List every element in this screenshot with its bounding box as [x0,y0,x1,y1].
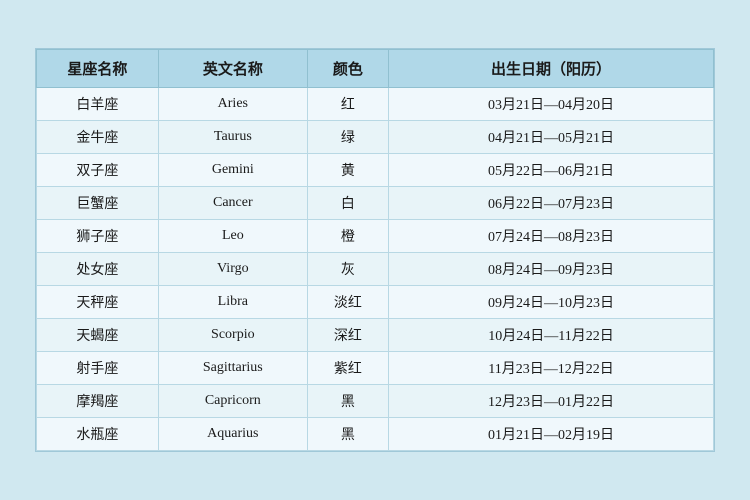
cell-zh-name: 天秤座 [37,286,159,319]
cell-color: 黑 [307,385,388,418]
cell-date: 05月22日—06月21日 [389,154,714,187]
table-row: 摩羯座Capricorn黑12月23日—01月22日 [37,385,714,418]
cell-color: 淡红 [307,286,388,319]
header-en-name: 英文名称 [158,50,307,88]
cell-color: 橙 [307,220,388,253]
cell-en-name: Sagittarius [158,352,307,385]
cell-date: 11月23日—12月22日 [389,352,714,385]
cell-zh-name: 水瓶座 [37,418,159,451]
cell-zh-name: 处女座 [37,253,159,286]
table-row: 金牛座Taurus绿04月21日—05月21日 [37,121,714,154]
cell-zh-name: 白羊座 [37,88,159,121]
cell-zh-name: 天蝎座 [37,319,159,352]
cell-en-name: Taurus [158,121,307,154]
cell-en-name: Aquarius [158,418,307,451]
cell-en-name: Gemini [158,154,307,187]
table-row: 双子座Gemini黄05月22日—06月21日 [37,154,714,187]
cell-color: 白 [307,187,388,220]
cell-date: 04月21日—05月21日 [389,121,714,154]
cell-color: 紫红 [307,352,388,385]
table-row: 水瓶座Aquarius黑01月21日—02月19日 [37,418,714,451]
cell-zh-name: 摩羯座 [37,385,159,418]
cell-zh-name: 双子座 [37,154,159,187]
header-color: 颜色 [307,50,388,88]
cell-en-name: Scorpio [158,319,307,352]
cell-date: 01月21日—02月19日 [389,418,714,451]
cell-en-name: Leo [158,220,307,253]
cell-color: 黑 [307,418,388,451]
cell-color: 红 [307,88,388,121]
cell-zh-name: 巨蟹座 [37,187,159,220]
cell-date: 12月23日—01月22日 [389,385,714,418]
table-row: 白羊座Aries红03月21日—04月20日 [37,88,714,121]
cell-date: 09月24日—10月23日 [389,286,714,319]
cell-en-name: Aries [158,88,307,121]
cell-en-name: Virgo [158,253,307,286]
cell-en-name: Cancer [158,187,307,220]
table-row: 天蝎座Scorpio深红10月24日—11月22日 [37,319,714,352]
cell-zh-name: 狮子座 [37,220,159,253]
cell-zh-name: 射手座 [37,352,159,385]
table-body: 白羊座Aries红03月21日—04月20日金牛座Taurus绿04月21日—0… [37,88,714,451]
cell-color: 绿 [307,121,388,154]
cell-en-name: Libra [158,286,307,319]
cell-zh-name: 金牛座 [37,121,159,154]
header-date: 出生日期（阳历） [389,50,714,88]
cell-date: 07月24日—08月23日 [389,220,714,253]
cell-color: 黄 [307,154,388,187]
cell-color: 深红 [307,319,388,352]
table-header-row: 星座名称 英文名称 颜色 出生日期（阳历） [37,50,714,88]
table-row: 天秤座Libra淡红09月24日—10月23日 [37,286,714,319]
header-zh-name: 星座名称 [37,50,159,88]
cell-date: 06月22日—07月23日 [389,187,714,220]
cell-date: 03月21日—04月20日 [389,88,714,121]
table-row: 射手座Sagittarius紫红11月23日—12月22日 [37,352,714,385]
table-row: 巨蟹座Cancer白06月22日—07月23日 [37,187,714,220]
zodiac-table: 星座名称 英文名称 颜色 出生日期（阳历） 白羊座Aries红03月21日—04… [36,49,714,451]
zodiac-table-container: 星座名称 英文名称 颜色 出生日期（阳历） 白羊座Aries红03月21日—04… [35,48,715,452]
cell-color: 灰 [307,253,388,286]
table-row: 处女座Virgo灰08月24日—09月23日 [37,253,714,286]
cell-en-name: Capricorn [158,385,307,418]
cell-date: 08月24日—09月23日 [389,253,714,286]
table-row: 狮子座Leo橙07月24日—08月23日 [37,220,714,253]
cell-date: 10月24日—11月22日 [389,319,714,352]
